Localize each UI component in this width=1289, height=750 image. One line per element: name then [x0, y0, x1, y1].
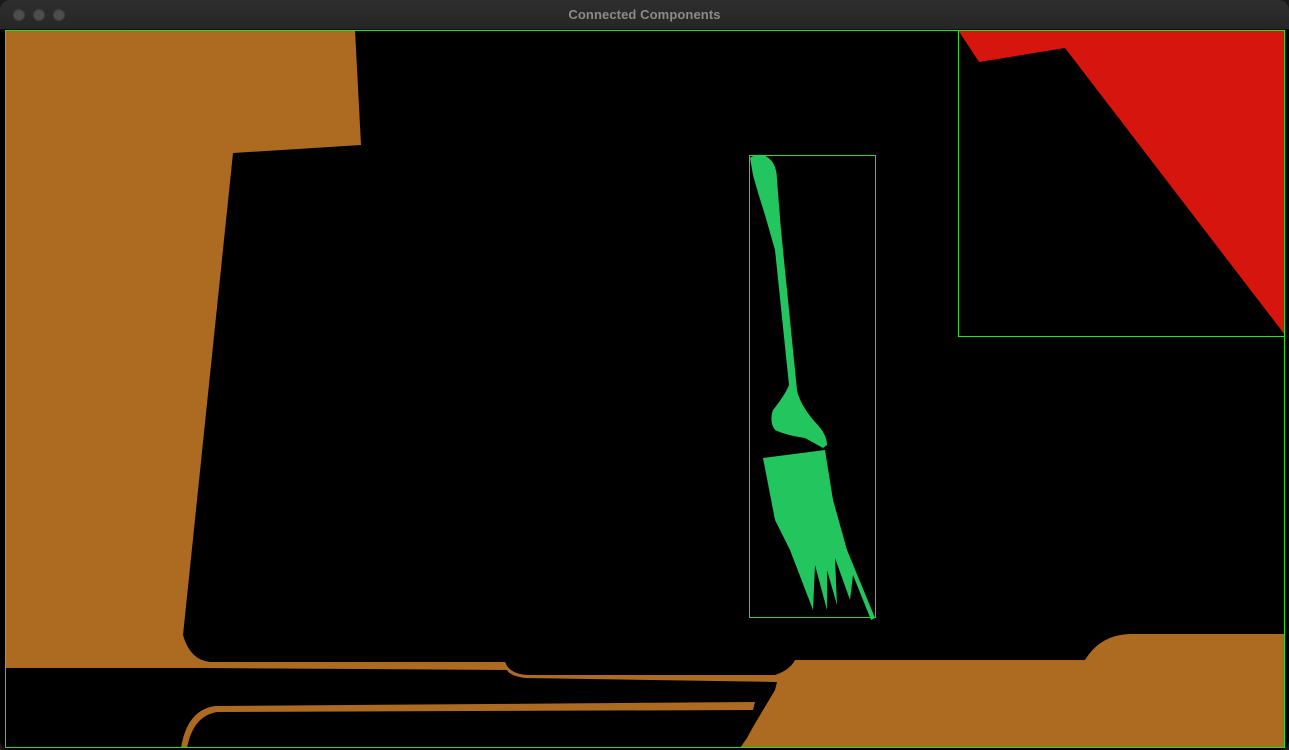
- components-image: [5, 30, 1285, 748]
- image-canvas: [5, 30, 1285, 748]
- app-window: Connected Components: [0, 0, 1289, 750]
- window-title: Connected Components: [568, 7, 721, 22]
- title-bar[interactable]: Connected Components: [0, 0, 1289, 30]
